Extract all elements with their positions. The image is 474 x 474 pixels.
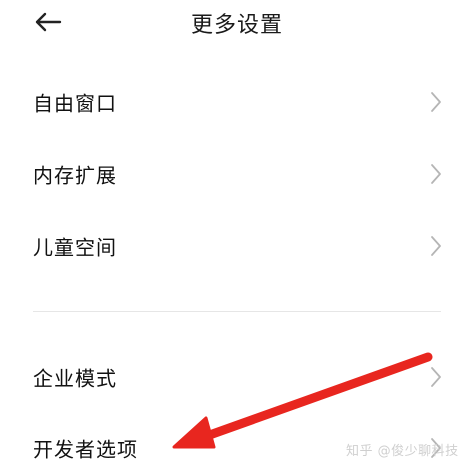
settings-item-label: 儿童空间	[33, 235, 117, 260]
settings-item-label: 开发者选项	[33, 437, 138, 462]
settings-item-kids-space[interactable]: 儿童空间	[0, 216, 474, 276]
settings-screen: 更多设置 自由窗口 内存扩展 儿童空间 企业模式 开发者选项 知乎 @俊少聊科技	[0, 0, 474, 474]
chevron-right-icon	[431, 236, 441, 256]
section-divider	[33, 311, 441, 312]
settings-item-free-window[interactable]: 自由窗口	[0, 72, 474, 132]
settings-item-memory-extension[interactable]: 内存扩展	[0, 144, 474, 204]
settings-item-label: 内存扩展	[33, 163, 117, 188]
chevron-right-icon	[431, 164, 441, 184]
top-bar: 更多设置	[0, 0, 474, 46]
chevron-right-icon	[431, 367, 441, 387]
settings-item-label: 自由窗口	[33, 91, 117, 116]
chevron-right-icon	[431, 92, 441, 112]
page-title: 更多设置	[190, 13, 283, 38]
settings-item-enterprise-mode[interactable]: 企业模式	[0, 347, 474, 407]
watermark: 知乎 @俊少聊科技	[346, 444, 459, 459]
settings-item-label: 企业模式	[33, 366, 117, 391]
